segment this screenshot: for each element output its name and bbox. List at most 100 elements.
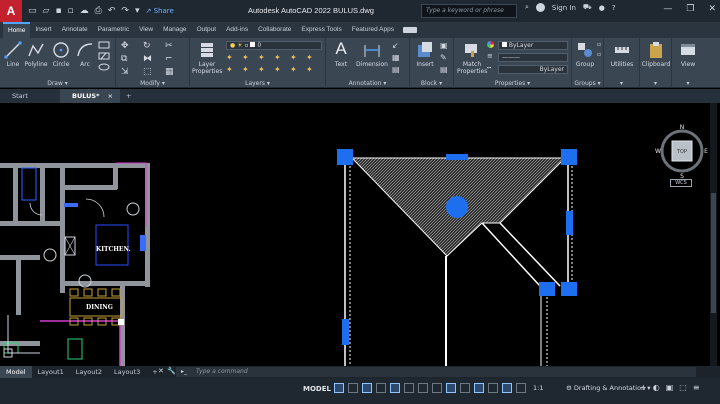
search-input[interactable]: Type a keyword or phrase xyxy=(421,4,517,18)
compass-west[interactable]: W xyxy=(655,148,661,155)
layer-tool-icon[interactable]: ✦ xyxy=(226,65,239,74)
leader-icon[interactable]: ↙ xyxy=(392,41,404,50)
compass-north[interactable]: N xyxy=(680,124,685,131)
maximize-button[interactable]: ❐ xyxy=(686,4,694,14)
search-icon[interactable]: ⌕ xyxy=(525,3,529,12)
compass-east[interactable]: E xyxy=(704,148,708,155)
hardware-accel-icon[interactable]: ▣ xyxy=(666,383,674,392)
line-tool[interactable]: Line xyxy=(2,41,24,68)
drawing-canvas[interactable]: KITCHEN. DINING TOP N S E W WCS xyxy=(0,103,720,366)
scale-icon[interactable]: ⬚ xyxy=(143,67,159,77)
transparency-toggle-icon[interactable] xyxy=(432,383,442,393)
tab-manage[interactable]: Manage xyxy=(158,22,192,38)
gizmo-icon[interactable] xyxy=(502,383,512,393)
utilities-dropdown[interactable]: ▾ xyxy=(604,80,639,87)
print-icon[interactable]: ⎙ xyxy=(95,6,102,16)
tab-layout3[interactable]: Layout3 xyxy=(108,366,146,378)
scrollbar-thumb[interactable] xyxy=(711,193,716,313)
minimize-button[interactable]: — xyxy=(663,4,672,14)
new-file-icon[interactable]: ▭ xyxy=(28,6,37,16)
layer-tool-icon[interactable]: ✦ xyxy=(290,53,303,62)
grip-mid-right[interactable] xyxy=(566,211,573,235)
grip-center[interactable] xyxy=(446,196,468,218)
3d-osnap-icon[interactable] xyxy=(460,383,470,393)
view-button[interactable]: View xyxy=(674,41,702,68)
grid-toggle-icon[interactable] xyxy=(334,383,344,393)
ribbon-toggle-icon[interactable] xyxy=(403,27,417,33)
markup-icon[interactable]: ▤ xyxy=(392,65,404,74)
clean-screen-icon[interactable]: ⬚ xyxy=(679,383,687,392)
layer-tool-icon[interactable]: ✦ xyxy=(306,65,319,74)
grip-mid-top[interactable] xyxy=(446,154,468,160)
undo-icon[interactable]: ↶ xyxy=(108,6,116,16)
layer-tool-icon[interactable]: ✦ xyxy=(290,65,303,74)
fillet-icon[interactable]: ⌐ xyxy=(165,54,181,64)
polyline-tool[interactable]: Polyline xyxy=(22,41,50,68)
modify-panel-label[interactable]: Modify ▾ xyxy=(116,80,189,87)
copy-icon[interactable]: ⧉ xyxy=(121,54,137,64)
ungroup-icon[interactable]: ▫ xyxy=(597,41,603,48)
cart-icon[interactable]: ⛟ xyxy=(583,3,592,12)
cloud-icon[interactable]: ☁ xyxy=(80,6,89,16)
tab-express-tools[interactable]: Express Tools xyxy=(296,22,346,38)
save-as-icon[interactable]: ▫ xyxy=(68,6,74,16)
dropdown-chevron-icon[interactable]: ▾ xyxy=(135,6,140,16)
move-icon[interactable]: ✥ xyxy=(121,41,137,51)
tab-output[interactable]: Output xyxy=(192,22,222,38)
layer-dropdown[interactable]: ● ☀ ▫ 0 xyxy=(226,41,322,50)
plus-icon[interactable]: + xyxy=(640,383,647,392)
customize-icon[interactable]: 🔧 xyxy=(167,367,176,375)
close-button[interactable]: ✕ xyxy=(708,4,716,14)
tab-parametric[interactable]: Parametric xyxy=(93,22,134,38)
grip-bottom-left[interactable] xyxy=(539,282,555,296)
match-properties-button[interactable]: Match Properties xyxy=(457,41,487,75)
ellipse-icon[interactable] xyxy=(98,63,110,71)
grip-mid-left[interactable] xyxy=(342,319,349,345)
close-tab-icon[interactable]: × xyxy=(108,92,113,100)
layers-panel-label[interactable]: Layers ▾ xyxy=(190,80,325,87)
rectangle-icon[interactable] xyxy=(98,41,110,49)
dimension-tool[interactable]: Dimension xyxy=(356,41,388,68)
trim-icon[interactable]: ✂ xyxy=(165,41,181,51)
edit-block-icon[interactable]: ✎ xyxy=(440,53,450,62)
tab-model[interactable]: Model xyxy=(0,366,32,378)
dynamic-ucs-icon[interactable] xyxy=(474,383,484,393)
annotation-scale[interactable]: 1:1 xyxy=(533,384,543,392)
layer-tool-icon[interactable]: ✦ xyxy=(258,65,271,74)
tab-bulus[interactable]: BULUS* × xyxy=(60,89,120,103)
lineweight-dropdown[interactable]: ——— xyxy=(498,53,568,62)
tab-layout1[interactable]: Layout1 xyxy=(32,366,70,378)
redo-icon[interactable]: ↷ xyxy=(121,6,129,16)
ortho-toggle-icon[interactable] xyxy=(362,383,372,393)
tab-annotate[interactable]: Annotate xyxy=(57,22,93,38)
rotate-icon[interactable]: ↻ xyxy=(143,41,159,51)
attribute-icon[interactable]: ▤ xyxy=(440,65,450,74)
lineweight-toggle-icon[interactable] xyxy=(418,383,428,393)
groups-panel-label[interactable]: Groups ▾ xyxy=(572,80,603,87)
tab-insert[interactable]: Insert xyxy=(30,22,56,38)
isolate-icon[interactable]: ◐ xyxy=(653,383,660,392)
arc-tool[interactable]: Arc xyxy=(74,41,96,68)
tab-collaborate[interactable]: Collaborate xyxy=(253,22,296,38)
stretch-icon[interactable]: ⇲ xyxy=(121,67,137,77)
annotation-panel-label[interactable]: Annotation ▾ xyxy=(326,80,409,87)
otrack-toggle-icon[interactable] xyxy=(404,383,414,393)
tab-view[interactable]: View xyxy=(134,22,158,38)
share-button[interactable]: ↗ Share xyxy=(145,7,173,15)
annotation-visibility-icon[interactable] xyxy=(516,383,526,393)
color-dropdown[interactable]: ByLayer xyxy=(498,41,568,50)
draw-panel-label[interactable]: Draw ▾ xyxy=(0,80,115,87)
block-panel-label[interactable]: Block ▾ xyxy=(410,80,453,87)
vertical-scrollbar[interactable] xyxy=(710,103,717,366)
create-block-icon[interactable]: ▣ xyxy=(440,41,450,50)
group-button[interactable]: Group xyxy=(573,41,597,68)
clipboard-button[interactable]: Clipboard xyxy=(640,41,672,68)
layer-tool-icon[interactable]: ✦ xyxy=(226,53,239,62)
application-menu-button[interactable]: A xyxy=(0,0,22,22)
polar-toggle-icon[interactable] xyxy=(376,383,386,393)
selection-cycling-icon[interactable] xyxy=(446,383,456,393)
wcs-menu[interactable]: WCS xyxy=(670,179,692,187)
snap-toggle-icon[interactable] xyxy=(348,383,358,393)
layer-tool-icon[interactable]: ✦ xyxy=(274,53,287,62)
array-icon[interactable]: ▦ xyxy=(165,67,181,77)
